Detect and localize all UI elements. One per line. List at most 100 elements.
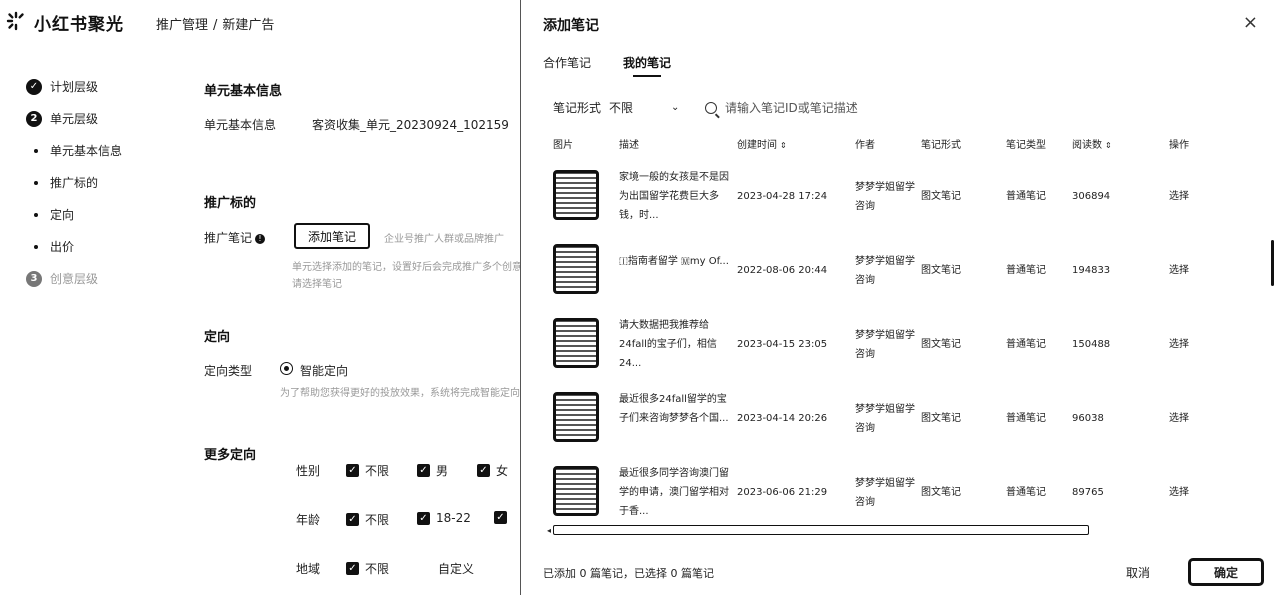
unit-name-field[interactable]: 客资收集_单元_20230924_102159 [312,116,509,133]
add-note-button[interactable]: 添加笔记 [294,223,370,249]
note-format: 图文笔记 [921,265,961,276]
note-hint-2: 请选择笔记 [292,279,342,290]
age-option-18-22[interactable]: ✓ 18-22 [417,511,471,525]
tab-my-notes[interactable]: 我的笔记 [623,54,671,71]
note-author: 梦梦学姐留学咨询 [855,256,915,286]
active-tab-indicator [633,75,661,77]
tab-cooperation-notes[interactable]: 合作笔记 [543,54,591,71]
substep-promotion-target[interactable]: 推广标的 [34,174,98,191]
note-label: 推广笔记! [204,229,266,246]
filter-label: 笔记形式 [553,101,602,115]
breadcrumb-item: 新建广告 [222,18,275,33]
checkbox-checked-icon: ✓ [417,511,430,525]
note-description: 家境一般的女孩是不是因为出国留学花费巨大多钱，时... [619,172,729,221]
note-description: 请大数据把我推荐给24fall的宝子们，相信24... [619,320,717,369]
gender-option-male[interactable]: ✓ 男 [417,462,448,479]
note-created-time: 2023-04-14 20:26 [737,413,828,424]
region-custom-option[interactable]: 自定义 [438,560,474,577]
note-author: 梦梦学姐留学咨询 [855,404,915,434]
bullet-icon [34,180,38,185]
column-header-action: 操作 [1169,140,1189,151]
column-header-image: 图片 [553,140,573,151]
sort-icon[interactable]: ⇕ [780,141,787,150]
select-note-link[interactable]: 选择 [1169,483,1189,502]
checkbox-checked-icon: ✓ [346,513,359,526]
bullet-icon [34,148,38,153]
breadcrumb: 推广管理 / 新建广告 [156,18,275,33]
vertical-scrollbar[interactable] [1271,240,1274,286]
note-reads: 89765 [1072,487,1104,498]
cancel-button[interactable]: 取消 [1126,564,1150,581]
gender-option-any[interactable]: ✓ 不限 [346,462,389,479]
region-label: 地域 [296,562,321,576]
section-title-basic-info: 单元基本信息 [204,84,283,99]
note-hint-right: 企业号推广人群或品牌推广 [384,234,504,245]
horizontal-scrollbar[interactable] [553,525,1089,535]
option-label: 18-22 [436,511,471,525]
targeting-hint: 为了帮助您获得更好的投放效果，系统将完成智能定向设置 [280,388,520,399]
bullet-icon [34,212,38,217]
close-icon[interactable]: × [1243,12,1258,33]
column-header-created-time[interactable]: 创建时间 ⇕ [737,136,787,151]
substep-targeting[interactable]: 定向 [34,206,74,223]
note-thumbnail [553,244,599,294]
basic-info-label: 单元基本信息 [204,118,277,132]
age-option-more[interactable]: ✓ [494,511,513,524]
age-label: 年龄 [296,513,321,527]
column-header-note-type: 笔记类型 [1006,140,1046,151]
note-search-input[interactable]: 请输入笔记ID或笔记描述 [705,99,858,116]
chevron-down-icon: ⌄ [671,102,680,113]
selection-summary: 已添加 0 篇笔记，已选择 0 篇笔记 [543,567,714,580]
step-label: 单元基本信息 [50,144,123,158]
confirm-button[interactable]: 确定 [1188,558,1264,586]
drawer-title: 添加笔记 [543,18,599,34]
select-note-link[interactable]: 选择 [1169,335,1189,354]
gender-option-female[interactable]: ✓ 女 [477,462,508,479]
substep-unit-basic-info[interactable]: 单元基本信息 [34,142,122,159]
checkbox-checked-icon: ✓ [346,464,359,477]
step-label: 计划层级 [50,80,99,94]
info-icon[interactable]: ! [255,233,266,244]
column-header-label: 阅读数 [1072,140,1102,151]
region-option-any[interactable]: ✓ 不限 [346,560,389,577]
smart-targeting-radio[interactable] [280,362,293,375]
note-format: 图文笔记 [921,487,961,498]
check-circle-icon: ✓ [26,78,42,95]
option-label: 男 [436,464,449,478]
note-created-time: 2023-06-06 21:29 [737,487,828,498]
checkbox-checked-icon: ✓ [346,562,359,575]
step-number-icon: 3 [26,270,42,287]
step-plan-level[interactable]: ✓ 计划层级 [26,78,98,95]
main-app: 小红书聚光 推广管理 / 新建广告 ✓ 计划层级 2 单元层级 单元基本信息 推广标… [0,0,520,595]
table-row: 最近很多同学咨询澳门留学的申请，澳门留学相对于香... 2023-06-06 2… [521,456,1280,528]
note-format: 图文笔记 [921,413,961,424]
scroll-left-icon[interactable]: ◂ [547,526,551,535]
select-note-link[interactable]: 选择 [1169,409,1189,428]
sort-icon[interactable]: ⇕ [1105,141,1112,150]
step-creative-level[interactable]: 3 创意层级 [26,270,98,287]
checkbox-checked-icon: ✓ [477,464,490,477]
note-format: 图文笔记 [921,339,961,350]
note-type: 普通笔记 [1006,339,1046,350]
note-format-filter[interactable]: 笔记形式 不限 ⌄ [553,99,679,116]
note-description: 🇮指南者留学 🇲my Of... [619,256,729,267]
note-description: 最近很多24fall留学的宝子们来咨询梦梦各个国... [619,394,729,424]
age-option-any[interactable]: ✓ 不限 [346,511,389,528]
column-header-label: 创建时间 [737,140,777,151]
table-row: 家境一般的女孩是不是因为出国留学花费巨大多钱，时... 2023-04-28 1… [521,160,1280,232]
column-header-reads[interactable]: 阅读数 ⇕ [1072,136,1112,151]
step-unit-level[interactable]: 2 单元层级 [26,110,98,127]
select-note-link[interactable]: 选择 [1169,261,1189,280]
breadcrumb-item[interactable]: 推广管理 [156,18,208,33]
column-header-note-format: 笔记形式 [921,140,961,151]
section-title-more-targeting: 更多定向 [204,448,257,463]
step-label: 定向 [50,208,75,222]
substep-bid[interactable]: 出价 [34,238,74,255]
note-reads: 194833 [1072,265,1111,276]
table-row: 🇮指南者留学 🇲my Of... 2022-08-06 20:44 梦梦学姐留学… [521,234,1280,306]
smart-targeting-label: 智能定向 [300,364,349,378]
note-format: 图文笔记 [921,191,961,202]
note-thumbnail [553,392,599,442]
step-label: 单元层级 [50,112,99,126]
select-note-link[interactable]: 选择 [1169,187,1189,206]
